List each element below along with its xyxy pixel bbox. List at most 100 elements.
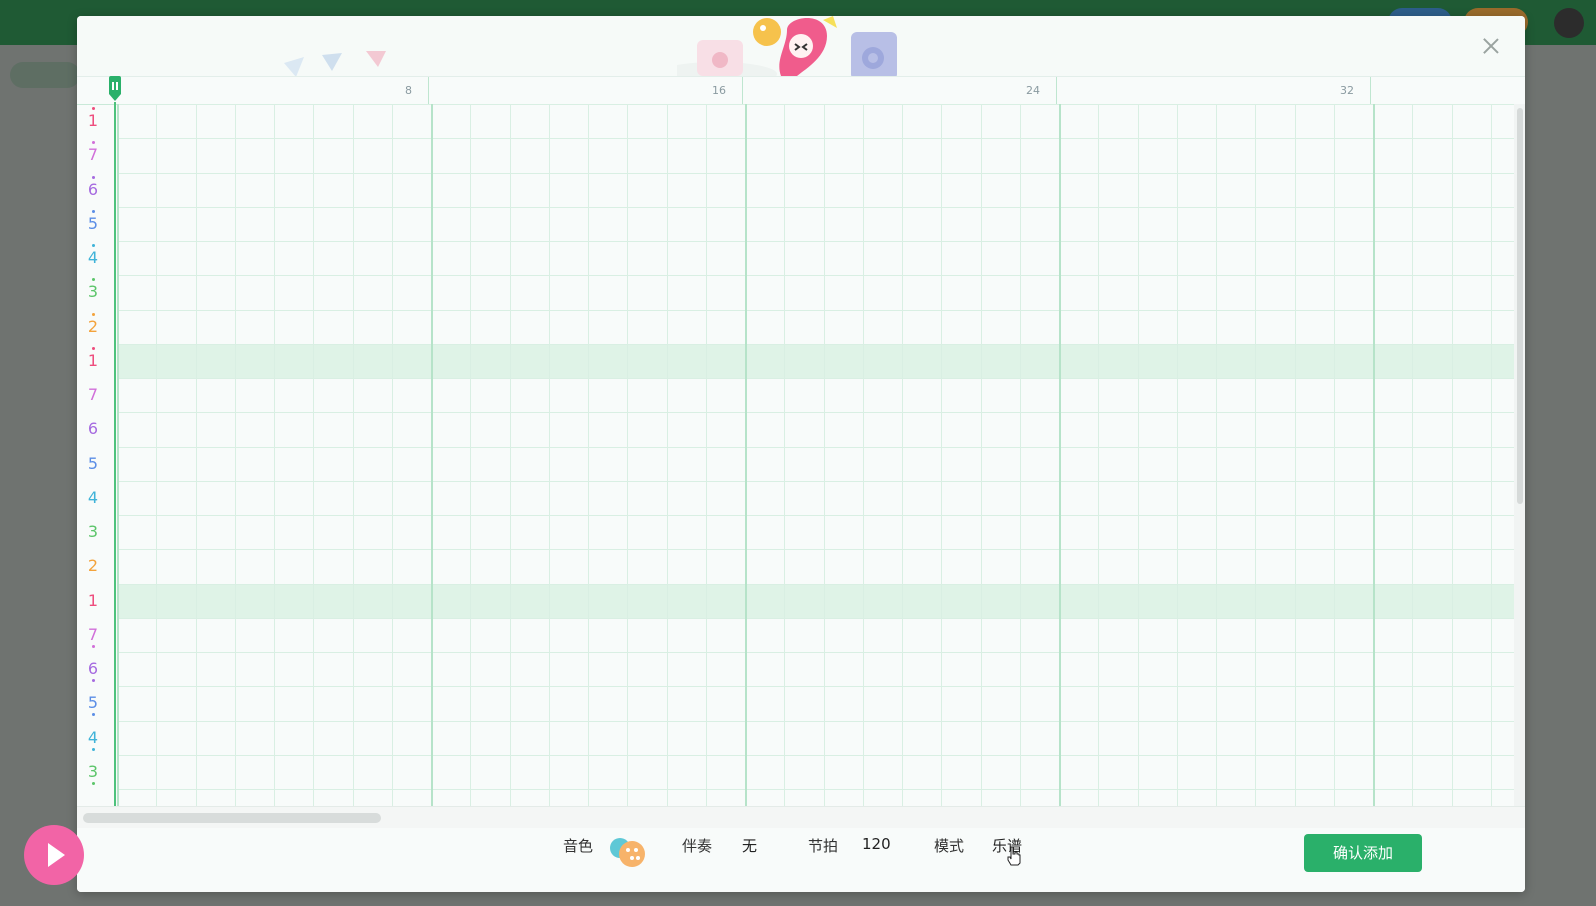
tempo-value[interactable]: 120	[862, 835, 891, 853]
background-avatar	[1554, 8, 1584, 38]
grid-row-line	[117, 138, 1514, 140]
octave-down-dot	[91, 747, 95, 751]
grid-row-line	[117, 720, 1514, 722]
octave-up-dot	[91, 141, 95, 145]
note-label: 7	[87, 624, 99, 644]
tempo-label: 节拍	[808, 837, 839, 855]
grid-beat-line	[1137, 104, 1139, 806]
timeline-ruler[interactable]: 8 16 24 32	[77, 76, 1525, 105]
grid-beat-line	[1451, 104, 1453, 806]
octave-up-dot	[91, 244, 95, 247]
close-button[interactable]	[1479, 34, 1503, 58]
grid-beat-line	[1019, 104, 1021, 806]
ruler-mark-32: 32	[1340, 84, 1354, 97]
grid-row-line	[117, 617, 1514, 619]
note-label: 2	[87, 316, 99, 336]
accompaniment-select[interactable]: 无	[742, 835, 757, 856]
octave-up-dot	[91, 312, 95, 316]
ruler-mark-24: 24	[1026, 84, 1040, 97]
note-label: 1	[87, 350, 99, 370]
timbre-label: 音色	[563, 837, 594, 855]
ruler-tick	[1370, 77, 1371, 104]
grid-row-line	[117, 583, 1514, 585]
note-grid[interactable]	[117, 104, 1514, 806]
note-label: 5	[87, 693, 99, 713]
grid-beat-line	[588, 104, 589, 806]
grid-row-line	[117, 206, 1514, 208]
octave-up-dot	[91, 346, 95, 350]
playhead-handle-icon[interactable]	[108, 76, 122, 102]
grid-row-line	[117, 686, 1514, 688]
highlighted-row	[117, 343, 1514, 378]
grid-beat-line	[156, 104, 158, 806]
grid-beat-line	[274, 104, 275, 806]
grid-row-line	[117, 754, 1514, 756]
mode-label: 模式	[934, 837, 965, 855]
note-label: 4	[87, 248, 99, 267]
octave-down-dot	[91, 781, 95, 785]
grid-bar-line	[745, 104, 747, 806]
note-label: 3	[87, 282, 99, 302]
note-label: 7	[87, 145, 99, 165]
note-label: 2	[87, 556, 99, 576]
grid-beat-line	[470, 104, 472, 806]
grid-beat-line	[941, 104, 943, 806]
background-chip	[10, 62, 80, 88]
grid-row-line	[117, 412, 1514, 414]
grid-beat-line	[862, 104, 864, 806]
grid-row-line	[117, 480, 1514, 482]
highlighted-row	[117, 583, 1514, 618]
octave-down-dot	[91, 644, 95, 648]
balloons-icon[interactable]	[606, 834, 650, 872]
grid-beat-line	[548, 104, 550, 806]
octave-up-dot	[91, 278, 95, 282]
horizontal-scrollbar-thumb[interactable]	[83, 813, 381, 823]
grid-row-line	[117, 549, 1514, 551]
grid-beat-line	[705, 104, 707, 806]
grid-beat-line	[784, 104, 786, 806]
grid-beat-line	[509, 104, 511, 806]
ruler-tick	[428, 77, 429, 104]
play-icon	[48, 843, 65, 867]
grid-row-line	[117, 789, 1514, 790]
note-label: 6	[87, 179, 99, 199]
octave-up-dot	[91, 175, 95, 179]
octave-down-dot	[91, 713, 95, 717]
grid-bar-line	[431, 104, 433, 806]
note-label: 6	[87, 659, 99, 678]
grid-row-line	[117, 343, 1514, 345]
playhead-line	[114, 102, 116, 806]
grid-beat-line	[234, 104, 236, 806]
note-label: 6	[87, 419, 99, 439]
grid-bar-line	[117, 104, 119, 806]
grid-beat-line	[352, 104, 354, 806]
grid-beat-line	[1216, 104, 1217, 806]
grid-bar-line	[1373, 104, 1375, 806]
grid-row-line	[117, 275, 1514, 277]
mascot-illustration-icon	[677, 16, 897, 76]
ruler-tick	[1056, 77, 1057, 104]
grid-bar-line	[1059, 104, 1061, 806]
grid-row-line	[117, 652, 1514, 653]
grid-beat-line	[980, 104, 982, 806]
octave-up-dot	[91, 209, 95, 213]
octave-down-dot	[91, 679, 95, 682]
grid-row-line	[117, 378, 1514, 379]
ruler-tick	[742, 77, 743, 104]
note-label: 4	[87, 727, 99, 747]
note-label: 7	[87, 385, 99, 404]
grid-row-line	[117, 309, 1514, 311]
note-label: 4	[87, 487, 99, 507]
vertical-scrollbar-thumb[interactable]	[1517, 108, 1523, 504]
accompaniment-label: 伴奏	[682, 837, 713, 855]
play-button[interactable]	[24, 825, 84, 885]
music-editor-modal: 8 16 24 32 17654321765432176543	[77, 16, 1525, 892]
grid-beat-line	[902, 104, 903, 806]
grid-row-line	[117, 172, 1514, 174]
grid-row-line	[117, 446, 1514, 448]
note-label: 3	[87, 761, 99, 781]
modal-header	[77, 16, 1525, 77]
note-label: 1	[87, 111, 99, 130]
confirm-add-button[interactable]: 确认添加	[1304, 834, 1422, 872]
note-label: 5	[87, 453, 99, 473]
